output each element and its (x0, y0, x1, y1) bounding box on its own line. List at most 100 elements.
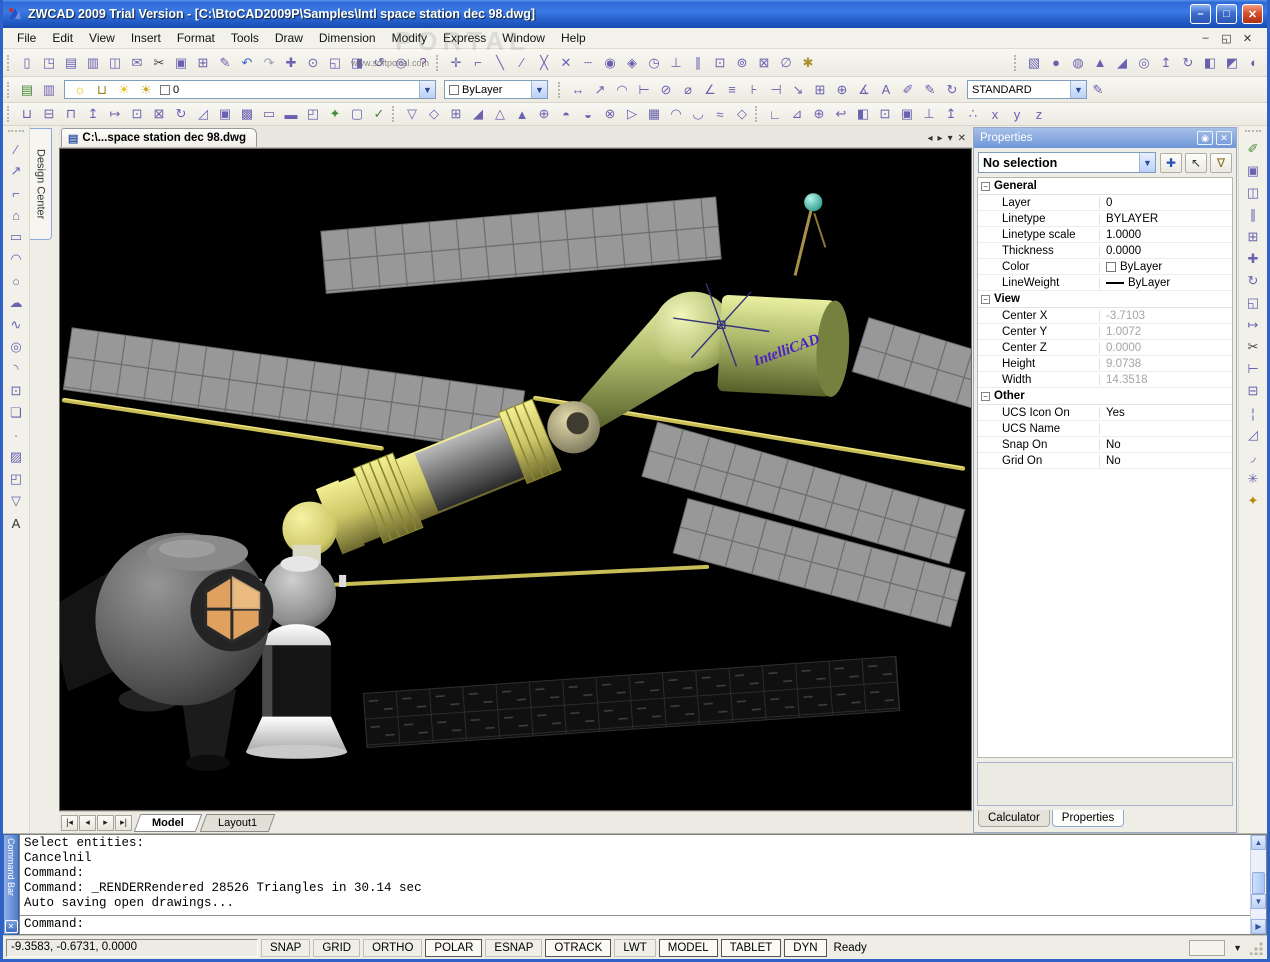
toggle-model[interactable]: MODEL (658, 938, 718, 957)
command-bar-strip[interactable]: Command Bar ✕ (3, 834, 19, 935)
erase-icon[interactable]: ✐ (1242, 138, 1264, 160)
tab-layout1[interactable]: Layout1 (199, 813, 276, 832)
solid-sphere-icon[interactable]: ● (1045, 53, 1067, 73)
surf-edge-icon[interactable]: ▷ (621, 104, 643, 124)
dim-style-dropdown[interactable]: STANDARD ▼ (967, 80, 1087, 99)
toggle-dyn[interactable]: DYN (784, 938, 827, 957)
property-value[interactable]: ByLayer (1100, 277, 1232, 289)
copy-icon[interactable]: ▣ (170, 53, 192, 73)
tab-scroll-left-icon[interactable]: ◂ (928, 133, 933, 144)
last-tab-button[interactable]: ▸| (115, 814, 132, 831)
ruled-surface-icon[interactable]: ≈ (709, 104, 731, 124)
surf-dish-icon[interactable]: ◒ (577, 104, 599, 124)
menu-view[interactable]: View (81, 30, 123, 46)
layer-dropdown-arrow[interactable]: ▼ (419, 81, 435, 98)
rotate-icon[interactable]: ↻ (1242, 270, 1264, 292)
toggle-otrack[interactable]: OTRACK (545, 938, 612, 957)
dim-ordinate-icon[interactable]: ⊢ (633, 80, 655, 100)
arc-icon[interactable]: ◠ (5, 248, 27, 270)
prev-tab-button[interactable]: ◂ (79, 814, 96, 831)
ucs-z-rotate-icon[interactable]: z (1028, 104, 1050, 124)
layer-properties-icon[interactable]: ▤ (16, 80, 38, 100)
color-dropdown[interactable]: ByLayer ▼ (444, 80, 548, 99)
color-faces-icon[interactable]: ▩ (236, 104, 258, 124)
move-faces-icon[interactable]: ↦ (104, 104, 126, 124)
paste-icon[interactable]: ⊞ (192, 53, 214, 73)
menu-draw[interactable]: Draw (267, 30, 311, 46)
property-value[interactable]: Yes (1100, 407, 1232, 419)
extrude-icon[interactable]: ↥ (1155, 53, 1177, 73)
property-value[interactable]: 0.0000 (1100, 342, 1232, 354)
dim-arc-icon[interactable]: ◠ (611, 80, 633, 100)
new-icon[interactable]: ▯ (16, 53, 38, 73)
design-center-tab[interactable]: Design Center (30, 128, 52, 240)
polyline-icon[interactable]: ⌐ (5, 182, 27, 204)
toolbar-grip[interactable] (7, 54, 12, 71)
layer-freeze-sun-icon[interactable]: ☀ (113, 80, 135, 100)
text-icon[interactable]: A (5, 512, 27, 534)
menu-insert[interactable]: Insert (123, 30, 169, 46)
snap-nearest-icon[interactable]: ⊠ (753, 53, 775, 73)
collapse-icon[interactable]: − (981, 391, 990, 401)
union-icon[interactable]: ⊔ (16, 104, 38, 124)
spline-icon[interactable]: ∿ (5, 314, 27, 336)
first-tab-button[interactable]: |◂ (61, 814, 78, 831)
menu-help[interactable]: Help (553, 30, 594, 46)
construction-line-icon[interactable]: ↗ (5, 160, 27, 182)
pin-icon[interactable]: ◉ (1197, 131, 1213, 145)
tabulated-surface-icon[interactable]: ◡ (687, 104, 709, 124)
stretch-icon[interactable]: ↦ (1242, 314, 1264, 336)
break-icon[interactable]: ⊟ (1242, 380, 1264, 402)
offset-faces-icon[interactable]: ⊡ (126, 104, 148, 124)
dim-angular-icon[interactable]: ∠ (699, 80, 721, 100)
toolbar-grip[interactable] (7, 106, 12, 122)
zoom-window-icon[interactable]: ◱ (324, 53, 346, 73)
layer-unlock-icon[interactable]: ⊔ (91, 80, 113, 100)
toggle-ortho[interactable]: ORTHO (363, 938, 423, 957)
tab-properties[interactable]: Properties (1051, 810, 1125, 827)
solid-cone-icon[interactable]: ▲ (1089, 53, 1111, 73)
taper-faces-icon[interactable]: ◿ (192, 104, 214, 124)
imprint-icon[interactable]: ◰ (302, 104, 324, 124)
clean-broom-icon[interactable]: ✦ (1242, 490, 1264, 512)
layer-on-bulb-icon[interactable]: ☼ (69, 80, 91, 100)
surf-dome-icon[interactable]: ◓ (555, 104, 577, 124)
intersect-icon[interactable]: ⊓ (60, 104, 82, 124)
revolve-icon[interactable]: ↻ (1177, 53, 1199, 73)
osnap-settings-icon[interactable]: ✱ (797, 53, 819, 73)
selection-dropdown[interactable]: No selection ▼ (978, 152, 1156, 173)
command-bar-close-icon[interactable]: ✕ (4, 920, 18, 933)
snap-none-icon[interactable]: ∅ (775, 53, 797, 73)
ellipse-icon[interactable]: ◎ (5, 336, 27, 358)
dim-oblique-icon[interactable]: ∡ (853, 80, 875, 100)
surf-cone-icon[interactable]: ▲ (511, 104, 533, 124)
plot-icon[interactable]: ▥ (82, 53, 104, 73)
command-input[interactable]: Command: (20, 915, 1250, 934)
open-icon[interactable]: ◳ (38, 53, 60, 73)
layer-previous-icon[interactable]: ▥ (38, 80, 60, 100)
next-tab-button[interactable]: ▸ (97, 814, 114, 831)
polygon-icon[interactable]: ⌂ (5, 204, 27, 226)
snap-extension-icon[interactable]: ┄ (577, 53, 599, 73)
fillet-icon[interactable]: ◞ (1242, 446, 1264, 468)
ucs-face-icon[interactable]: ◧ (852, 104, 874, 124)
menu-dimension[interactable]: Dimension (311, 30, 384, 46)
dim-radius-icon[interactable]: ⊘ (655, 80, 677, 100)
ucs-x-rotate-icon[interactable]: x (984, 104, 1006, 124)
tab-scroll-right-icon[interactable]: ▸ (938, 133, 943, 144)
dim-aligned-icon[interactable]: ↗ (589, 80, 611, 100)
ucs-object-icon[interactable]: ⊡ (874, 104, 896, 124)
dim-baseline-icon[interactable]: ⊦ (743, 80, 765, 100)
document-tab[interactable]: ▤ C:\...space station dec 98.dwg (61, 128, 258, 147)
cut-icon[interactable]: ✂ (148, 53, 170, 73)
command-history[interactable]: Select entities: Cancelnil Command: Command… (20, 835, 1250, 915)
toolbar-grip[interactable] (392, 106, 397, 122)
color-dropdown-arrow[interactable]: ▼ (531, 81, 547, 98)
scroll-thumb[interactable] (1252, 872, 1265, 894)
snap-center-icon[interactable]: ◉ (599, 53, 621, 73)
match-properties-icon[interactable]: ✎ (214, 53, 236, 73)
toggle-esnap[interactable]: ESNAP (485, 938, 543, 957)
clean-icon[interactable]: ✦ (324, 104, 346, 124)
slice-icon[interactable]: ◧ (1199, 53, 1221, 73)
tab-calculator[interactable]: Calculator (978, 810, 1050, 827)
